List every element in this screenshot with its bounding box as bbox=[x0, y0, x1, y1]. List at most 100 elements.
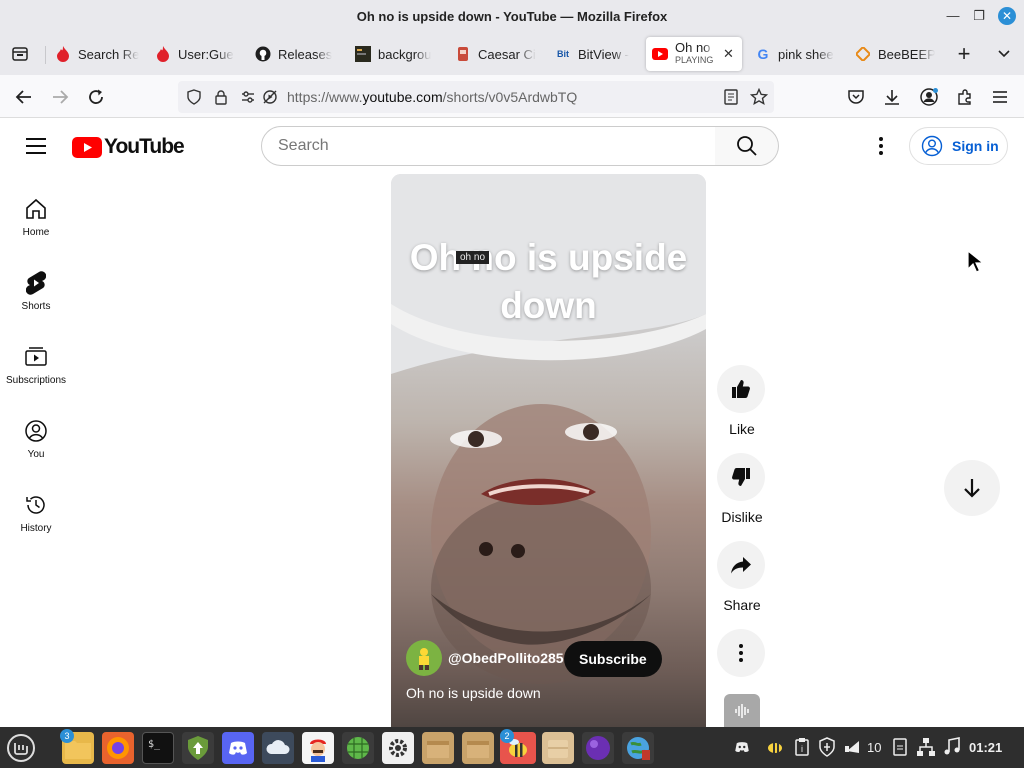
permissions-icon[interactable] bbox=[240, 89, 256, 110]
like-action[interactable]: Like bbox=[717, 365, 767, 437]
back-button[interactable] bbox=[10, 83, 38, 111]
next-short-button[interactable] bbox=[944, 460, 1000, 516]
search-icon bbox=[736, 136, 757, 156]
account-icon[interactable] bbox=[915, 83, 943, 111]
firefox-launcher[interactable] bbox=[102, 732, 134, 764]
app-menu-icon[interactable] bbox=[986, 83, 1014, 111]
sidebar-item-history[interactable]: History bbox=[0, 478, 72, 552]
discord-icon bbox=[229, 741, 247, 755]
downloads-icon[interactable] bbox=[878, 83, 906, 111]
settings-more-icon[interactable] bbox=[874, 136, 888, 161]
channel-name[interactable]: @ObedPollito285 bbox=[448, 650, 564, 666]
url-path: /shorts/v0v5ArdwbTQ bbox=[442, 89, 578, 105]
tab-label: Search Re bbox=[78, 46, 139, 62]
box-icon bbox=[548, 740, 568, 758]
sidebar-item-subscriptions[interactable]: Subscriptions bbox=[0, 330, 72, 404]
notifications-tray-icon[interactable] bbox=[844, 737, 862, 762]
share-action[interactable]: Share bbox=[717, 541, 767, 613]
terminal-icon: $_ bbox=[148, 739, 161, 750]
tab-caesar-ci[interactable]: Caesar Ci bbox=[455, 37, 537, 71]
tab-releases[interactable]: Releases bbox=[255, 37, 335, 71]
more-actions[interactable] bbox=[717, 629, 767, 677]
search-input[interactable] bbox=[278, 137, 698, 155]
network-tray-icon[interactable] bbox=[916, 737, 936, 762]
new-tab-button[interactable]: + bbox=[950, 40, 978, 68]
lock-icon[interactable] bbox=[214, 89, 228, 110]
subscribe-button[interactable]: Subscribe bbox=[564, 641, 662, 677]
video-caption: Oh no is upside down bbox=[406, 685, 541, 701]
like-button[interactable] bbox=[717, 365, 765, 413]
cloud-launcher[interactable] bbox=[262, 732, 294, 764]
clipboard-tray-icon[interactable]: i bbox=[794, 737, 810, 762]
clock[interactable]: 01:21 bbox=[969, 740, 1002, 755]
share-button[interactable] bbox=[717, 541, 765, 589]
reload-button[interactable] bbox=[82, 83, 110, 111]
minimize-icon[interactable]: — bbox=[944, 7, 962, 25]
youtube-logo[interactable]: YouTube bbox=[72, 135, 185, 159]
start-menu-button[interactable] bbox=[4, 732, 38, 764]
purple-app-launcher[interactable] bbox=[582, 732, 614, 764]
bee-tray-icon[interactable] bbox=[764, 736, 786, 763]
shield-tray-icon[interactable] bbox=[818, 737, 836, 762]
discord-launcher[interactable] bbox=[222, 732, 254, 764]
sidebar-item-you[interactable]: You bbox=[0, 404, 72, 478]
document-tray-icon[interactable] bbox=[892, 737, 908, 762]
search-button[interactable] bbox=[715, 126, 779, 166]
spreadsheet-launcher[interactable] bbox=[342, 732, 374, 764]
video-tooltip: oh no bbox=[456, 251, 490, 264]
reader-view-icon[interactable] bbox=[724, 89, 738, 110]
update-manager-launcher[interactable] bbox=[182, 732, 214, 764]
short-video-player[interactable]: Oh no is upside down oh no @ObedPollito2… bbox=[391, 174, 706, 727]
package-manager-launcher[interactable] bbox=[542, 732, 574, 764]
list-tabs-chevron-icon[interactable] bbox=[990, 40, 1018, 68]
home-icon bbox=[0, 194, 72, 224]
window-titlebar: Oh no is upside down - YouTube — Mozilla… bbox=[0, 0, 1024, 33]
extensions-icon[interactable] bbox=[951, 83, 979, 111]
archive-launcher[interactable] bbox=[422, 732, 454, 764]
tab-bitview[interactable]: Bit BitView - bbox=[555, 37, 635, 71]
globe-app-launcher[interactable] bbox=[622, 732, 654, 764]
autoplay-blocked-icon[interactable] bbox=[262, 89, 278, 110]
forward-button[interactable] bbox=[46, 83, 74, 111]
maximize-icon[interactable]: ❐ bbox=[970, 7, 988, 25]
sound-thumbnail[interactable] bbox=[724, 694, 760, 727]
volume-level: 10 bbox=[867, 740, 882, 755]
sign-in-button[interactable]: Sign in bbox=[909, 127, 1008, 165]
tab-label: BeeBEEP bbox=[878, 46, 935, 62]
bitview-icon: Bit bbox=[557, 49, 569, 59]
dislike-action[interactable]: Dislike bbox=[717, 453, 767, 525]
tab-pink-shee[interactable]: G pink shee bbox=[755, 37, 837, 71]
close-window-button[interactable]: ✕ bbox=[998, 7, 1016, 25]
url-text[interactable]: https://www.youtube.com/shorts/v0v5Ardwb… bbox=[287, 89, 577, 105]
search-box[interactable] bbox=[261, 126, 716, 166]
share-arrow-icon bbox=[731, 557, 751, 574]
audio-wave-icon bbox=[735, 703, 749, 718]
music-tray-icon[interactable] bbox=[943, 737, 961, 762]
discord-tray-icon[interactable] bbox=[730, 735, 754, 764]
channel-avatar[interactable] bbox=[406, 640, 442, 676]
tab-search-re[interactable]: Search Re bbox=[55, 37, 139, 71]
firefox-view-icon[interactable] bbox=[6, 40, 34, 68]
fire-icon bbox=[155, 46, 171, 62]
guide-menu-icon[interactable] bbox=[24, 136, 48, 161]
archive-launcher-2[interactable] bbox=[462, 732, 494, 764]
close-tab-icon[interactable]: ✕ bbox=[723, 46, 734, 62]
sidebar-item-shorts[interactable]: Shorts bbox=[0, 256, 72, 330]
tab-backgrou[interactable]: backgrou bbox=[355, 37, 437, 71]
sidebar-item-label: Home bbox=[22, 227, 50, 238]
tab-beebeep[interactable]: BeeBEEP bbox=[855, 37, 935, 71]
address-bar[interactable]: https://www.youtube.com/shorts/v0v5Ardwb… bbox=[178, 81, 774, 113]
tab-oh-no-active[interactable]: Oh no PLAYING ✕ bbox=[646, 37, 742, 71]
subscriptions-icon bbox=[0, 342, 72, 372]
dislike-button[interactable] bbox=[717, 453, 765, 501]
tab-user-gue[interactable]: User:Gue bbox=[155, 37, 237, 71]
terminal-launcher[interactable]: $_ bbox=[142, 732, 174, 764]
tracking-protection-shield-icon[interactable] bbox=[186, 89, 202, 110]
settings-launcher[interactable] bbox=[382, 732, 414, 764]
more-options-button[interactable] bbox=[717, 629, 765, 677]
tab-label: Releases bbox=[278, 46, 333, 62]
sidebar-item-home[interactable]: Home bbox=[0, 182, 72, 256]
pocket-icon[interactable] bbox=[842, 83, 870, 111]
mario-launcher[interactable] bbox=[302, 732, 334, 764]
bookmark-star-icon[interactable] bbox=[749, 87, 769, 111]
